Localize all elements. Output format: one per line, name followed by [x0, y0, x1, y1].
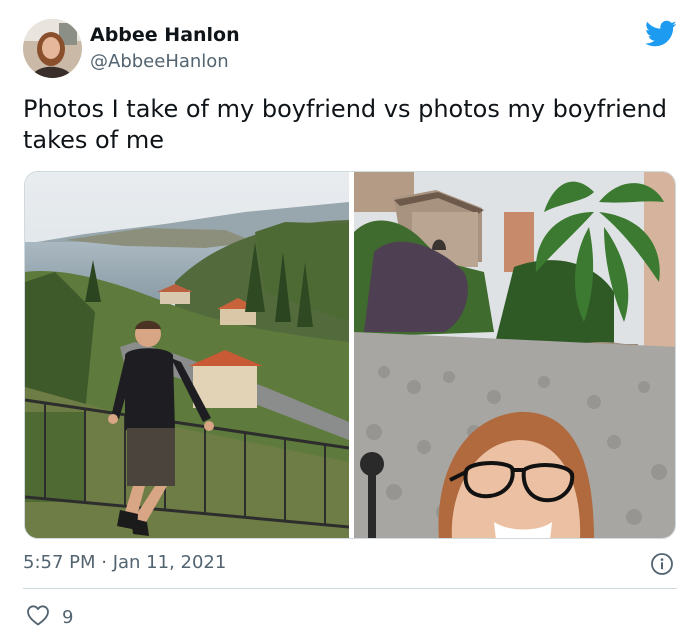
author-handle[interactable]: @AbbeeHanlon: [90, 51, 229, 72]
info-icon[interactable]: [650, 552, 674, 576]
like-button[interactable]: 9: [26, 604, 73, 630]
photo-selfie[interactable]: [354, 172, 675, 538]
photo-boyfriend[interactable]: [25, 172, 350, 538]
like-count: 9: [62, 606, 74, 628]
tweet-media: [24, 171, 676, 539]
tweet-text: Photos I take of my boyfriend vs photos …: [23, 95, 667, 154]
divider: [23, 588, 677, 589]
tweet-timestamp[interactable]: 5:57 PM · Jan 11, 2021: [23, 552, 226, 573]
heart-icon: [26, 604, 50, 630]
author-avatar[interactable]: [23, 19, 82, 78]
author-display-name[interactable]: Abbee Hanlon: [90, 24, 240, 46]
twitter-bird-icon[interactable]: [645, 20, 677, 48]
